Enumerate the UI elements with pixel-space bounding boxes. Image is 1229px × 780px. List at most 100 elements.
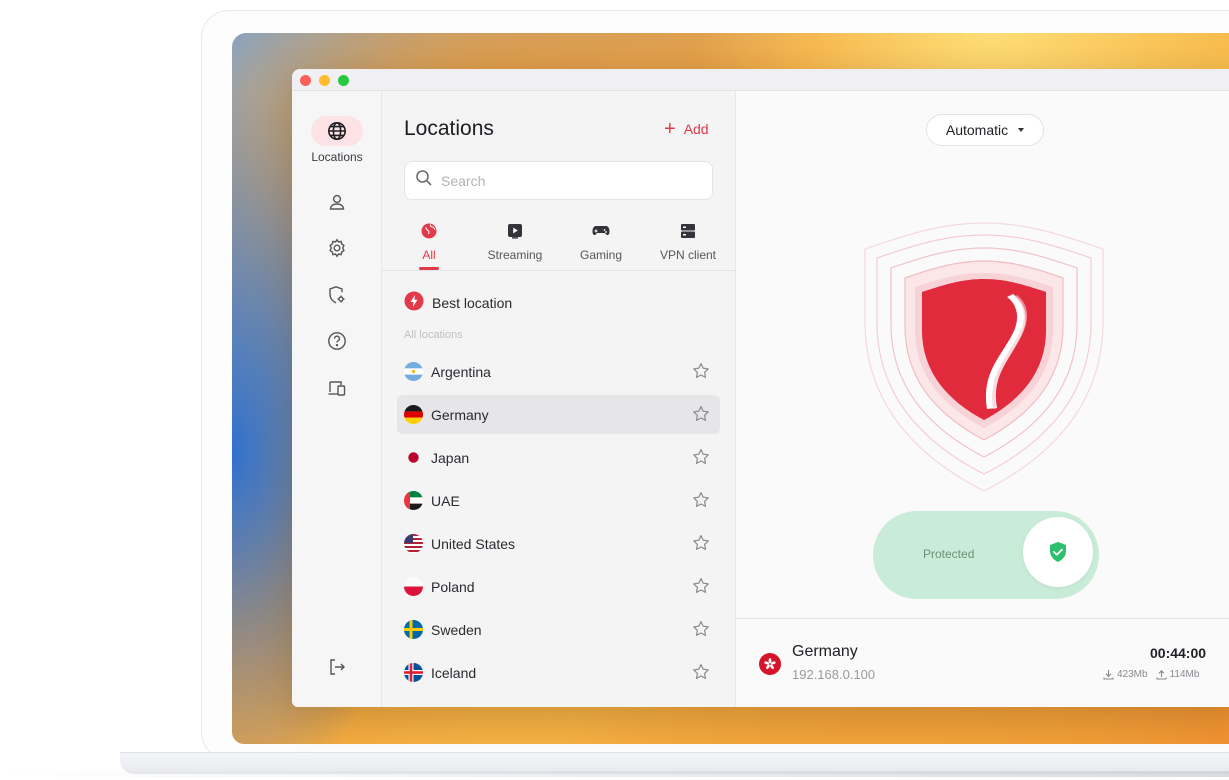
location-item-united-states[interactable]: United States — [397, 524, 720, 563]
location-name: Iceland — [431, 664, 477, 681]
sidebar-item-account[interactable] — [292, 187, 382, 217]
sidebar-item-locations[interactable]: Locations — [292, 116, 382, 164]
toggle-status-label: Protected — [923, 547, 975, 561]
tab-vpn-client[interactable]: VPN client — [648, 223, 728, 262]
tab-label: All — [422, 248, 436, 262]
section-label: All locations — [404, 329, 463, 341]
star-icon[interactable] — [692, 448, 710, 471]
location-item-iceland[interactable]: Iceland — [397, 653, 720, 692]
tab-gaming[interactable]: Gaming — [561, 223, 641, 262]
shield-check-icon — [1050, 542, 1066, 562]
connected-country: Germany — [792, 643, 858, 660]
location-name: Germany — [431, 406, 489, 423]
chevron-down-icon — [1018, 128, 1025, 132]
search-icon — [415, 169, 433, 192]
main-connection-area: Automatic Protected Germany 192.168.0.10… — [736, 91, 1229, 707]
user-icon — [311, 187, 363, 217]
upload-icon — [1156, 670, 1167, 680]
connection-timer: 00:44:00 — [1150, 645, 1207, 661]
star-icon[interactable] — [692, 491, 710, 514]
japan-flag-icon — [404, 448, 423, 467]
ip-address: 192.168.0.100 — [792, 667, 876, 682]
shield-logo-icon — [864, 222, 1104, 492]
mode-select[interactable]: Automatic — [926, 114, 1044, 146]
location-name: UAE — [431, 492, 460, 509]
sidebar-item-security[interactable] — [292, 280, 382, 310]
location-name: United States — [431, 535, 516, 552]
location-name: Japan — [431, 449, 470, 466]
location-tabs: All Streaming Gaming VPN client — [382, 223, 735, 271]
hong-kong-flag-icon — [759, 653, 781, 675]
shield-settings-icon — [311, 280, 363, 310]
tab-label: Gaming — [579, 248, 623, 262]
best-location-item[interactable]: Best location — [404, 291, 512, 314]
tab-all[interactable]: All — [389, 223, 469, 270]
logout-button[interactable] — [292, 652, 382, 682]
download-stat: 423Mb — [1103, 669, 1148, 680]
germany-flag-icon — [404, 405, 423, 424]
upload-value: 114Mb — [1169, 669, 1200, 680]
toggle-knob — [1023, 517, 1093, 587]
sidebar-rail: Locations — [292, 91, 382, 707]
download-icon — [1103, 670, 1114, 680]
gamepad-icon — [592, 223, 610, 244]
star-icon[interactable] — [692, 620, 710, 643]
download-value: 423Mb — [1117, 669, 1148, 680]
sidebar-item-label: Locations — [311, 150, 363, 164]
search-input[interactable] — [441, 172, 691, 189]
star-icon[interactable] — [692, 534, 710, 557]
star-icon[interactable] — [692, 405, 710, 428]
play-icon — [507, 223, 523, 244]
iceland-flag-icon — [404, 663, 423, 682]
window-titlebar — [292, 69, 1229, 91]
window-maximize-button[interactable] — [338, 75, 349, 86]
location-name: Poland — [431, 578, 475, 595]
uae-flag-icon — [404, 491, 423, 510]
tab-label: VPN client — [659, 248, 717, 262]
sweden-flag-icon — [404, 620, 423, 639]
logout-icon — [311, 652, 363, 682]
tab-streaming[interactable]: Streaming — [475, 223, 555, 262]
globe-icon — [311, 116, 363, 146]
location-item-germany[interactable]: Germany — [397, 395, 720, 434]
usa-flag-icon — [404, 534, 423, 553]
active-tab-indicator — [419, 267, 439, 270]
add-label: Add — [683, 121, 709, 137]
tab-label: Streaming — [487, 248, 543, 262]
location-name: Argentina — [431, 363, 491, 380]
location-item-uae[interactable]: UAE — [397, 481, 720, 520]
upload-stat: 114Mb — [1156, 669, 1200, 680]
argentina-flag-icon — [404, 362, 423, 381]
add-location-button[interactable]: + Add — [664, 118, 709, 140]
traffic-stats: 423Mb 114Mb — [1103, 669, 1199, 680]
location-item-sweden[interactable]: Sweden — [397, 610, 720, 649]
connection-status-bar: Germany 192.168.0.100 00:44:00 423Mb 114… — [736, 618, 1229, 707]
location-item-japan[interactable]: Japan — [397, 438, 720, 477]
sidebar-item-help[interactable] — [292, 326, 382, 356]
poland-flag-icon — [404, 577, 423, 596]
globe-icon — [421, 223, 437, 244]
window-close-button[interactable] — [300, 75, 311, 86]
shield-illustration — [859, 221, 1109, 493]
vpn-app-window: Locations Locations + Add Search All Str… — [292, 69, 1229, 707]
devices-icon — [311, 373, 363, 403]
location-item-argentina[interactable]: Argentina — [397, 352, 720, 391]
server-icon — [680, 223, 696, 244]
locations-panel: Locations + Add All — [382, 91, 736, 707]
star-icon[interactable] — [692, 663, 710, 686]
star-icon[interactable] — [692, 362, 710, 385]
page-title: Locations — [404, 117, 494, 140]
gear-icon — [311, 233, 363, 263]
help-icon — [311, 326, 363, 356]
laptop-base — [0, 752, 1229, 777]
protection-toggle[interactable]: Protected — [873, 511, 1099, 599]
window-minimize-button[interactable] — [319, 75, 330, 86]
plus-icon: + — [664, 118, 676, 140]
sidebar-item-settings[interactable] — [292, 233, 382, 263]
search-box — [404, 161, 713, 200]
lightning-icon — [404, 291, 424, 314]
sidebar-item-devices[interactable] — [292, 373, 382, 403]
location-name: Sweden — [431, 621, 482, 638]
location-item-poland[interactable]: Poland — [397, 567, 720, 606]
star-icon[interactable] — [692, 577, 710, 600]
